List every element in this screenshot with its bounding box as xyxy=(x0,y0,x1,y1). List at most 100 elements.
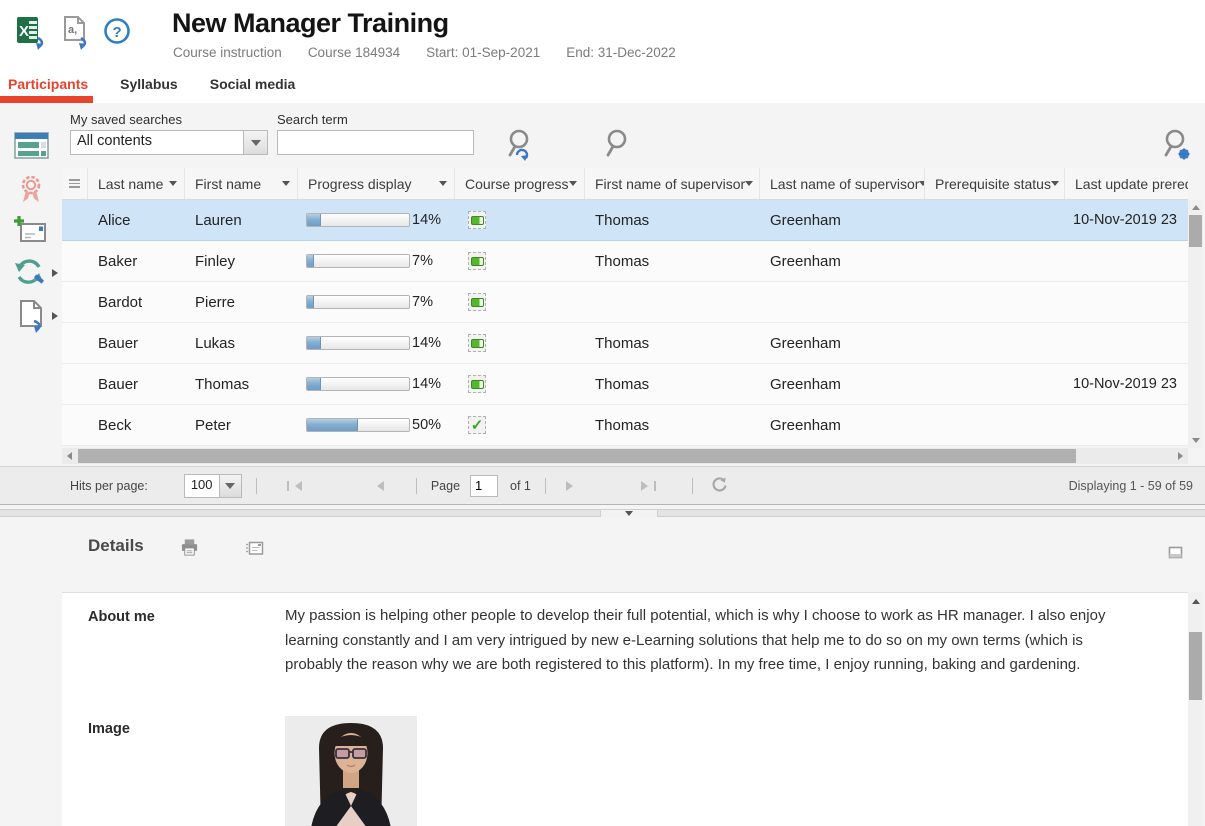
column-header-course-progress[interactable]: Course progress xyxy=(455,168,585,199)
cell-last-update xyxy=(1065,282,1188,322)
panel-splitter[interactable] xyxy=(0,509,1205,517)
next-page-button[interactable] xyxy=(562,477,582,495)
scroll-up-arrow[interactable] xyxy=(1188,594,1203,608)
column-dropdown-icon[interactable] xyxy=(1051,181,1059,190)
active-tab-indicator xyxy=(0,96,93,103)
refresh-edit-icon[interactable] xyxy=(13,257,47,292)
form-view-icon[interactable] xyxy=(246,541,264,559)
certificate-ribbon-icon[interactable] xyxy=(16,174,46,207)
displaying-count-label: Displaying 1 - 59 of 59 xyxy=(1069,479,1193,493)
cell-prerequisite-status xyxy=(925,282,1065,322)
list-panel-icon[interactable] xyxy=(14,132,50,163)
column-label: First name of supervisor xyxy=(595,176,745,192)
progress-bar xyxy=(306,418,410,432)
column-dropdown-icon[interactable] xyxy=(169,181,177,190)
column-dropdown-icon[interactable] xyxy=(439,181,447,190)
table-row[interactable]: Beck Peter 50% Thomas Greenham xyxy=(62,405,1188,446)
previous-page-button[interactable] xyxy=(368,477,388,495)
column-header-last-name[interactable]: Last name xyxy=(88,168,185,199)
search-settings-icon[interactable] xyxy=(1161,128,1191,162)
progress-bar xyxy=(306,336,410,350)
table-row[interactable]: Bardot Pierre 7% xyxy=(62,282,1188,323)
column-header-supervisor-last-name[interactable]: Last name of supervisor xyxy=(760,168,925,199)
course-progress-icon xyxy=(468,375,486,393)
progress-label: 7% xyxy=(412,253,433,269)
scroll-right-arrow[interactable] xyxy=(1174,448,1188,464)
column-dropdown-icon[interactable] xyxy=(569,181,577,190)
progress-label: 14% xyxy=(412,376,441,392)
table-header: Last name First name Progress display Co… xyxy=(62,168,1188,200)
cell-supervisor-last-name: Greenham xyxy=(760,200,925,240)
last-page-button[interactable] xyxy=(637,477,660,495)
tab-syllabus[interactable]: Syllabus xyxy=(120,76,178,92)
participants-table: Last name First name Progress display Co… xyxy=(62,168,1188,446)
first-page-button[interactable] xyxy=(283,477,306,495)
image-label: Image xyxy=(88,721,130,737)
refresh-edit-submenu-caret[interactable] xyxy=(52,269,62,277)
excel-export-icon[interactable]: X xyxy=(14,12,52,53)
text-export-icon[interactable]: a, xyxy=(60,14,94,53)
column-header-prerequisite-status[interactable]: Prerequisite status xyxy=(925,168,1065,199)
table-row[interactable]: Alice Lauren 14% Thomas Greenham 10-Nov-… xyxy=(62,200,1188,241)
column-dropdown-icon[interactable] xyxy=(282,181,290,190)
cell-last-name: Bardot xyxy=(88,282,185,322)
progress-label: 14% xyxy=(412,212,441,228)
saved-searches-select[interactable]: All contents xyxy=(70,130,268,155)
saved-searches-dropdown-button[interactable] xyxy=(243,131,267,154)
column-header-supervisor-first-name[interactable]: First name of supervisor xyxy=(585,168,760,199)
cell-last-name: Bauer xyxy=(88,364,185,404)
cell-course-progress xyxy=(455,364,585,404)
column-menu-cell[interactable] xyxy=(62,168,88,199)
column-header-progress-display[interactable]: Progress display xyxy=(298,168,455,199)
details-vertical-scrollbar[interactable] xyxy=(1188,592,1203,826)
maximize-panel-icon[interactable] xyxy=(1168,546,1183,562)
about-me-label: About me xyxy=(88,609,155,625)
search-icon[interactable] xyxy=(602,128,632,162)
column-label: Last name xyxy=(98,176,163,192)
help-icon[interactable]: ? xyxy=(103,17,131,48)
cell-course-progress xyxy=(455,200,585,240)
hits-per-page-select[interactable]: 100 xyxy=(184,474,242,498)
scroll-up-arrow[interactable] xyxy=(1188,200,1203,214)
tab-social-media[interactable]: Social media xyxy=(210,76,296,92)
column-header-last-update-prerequisite[interactable]: Last update prerequis xyxy=(1065,168,1188,199)
progress-label: 14% xyxy=(412,335,441,351)
cell-supervisor-first-name xyxy=(585,282,760,322)
scrollbar-thumb[interactable] xyxy=(1189,632,1202,700)
hits-per-page-dropdown-button[interactable] xyxy=(219,475,241,497)
table-vertical-scrollbar[interactable] xyxy=(1188,200,1203,448)
cell-supervisor-last-name: Greenham xyxy=(760,241,925,281)
search-reset-icon[interactable] xyxy=(505,128,535,162)
search-term-input[interactable] xyxy=(277,130,474,155)
scroll-down-arrow[interactable] xyxy=(1188,434,1203,448)
cell-prerequisite-status xyxy=(925,364,1065,404)
scrollbar-thumb[interactable] xyxy=(1189,215,1202,247)
cell-progress-display: 14% xyxy=(298,323,455,363)
table-row[interactable]: Bauer Thomas 14% Thomas Greenham 10-Nov-… xyxy=(62,364,1188,405)
scroll-left-arrow[interactable] xyxy=(62,448,76,464)
page-number-input[interactable] xyxy=(470,475,498,497)
about-me-text: My passion is helping other people to de… xyxy=(285,604,1107,678)
print-icon[interactable] xyxy=(180,538,199,560)
column-header-first-name[interactable]: First name xyxy=(185,168,298,199)
splitter-collapse-handle[interactable] xyxy=(600,510,658,517)
refresh-icon[interactable] xyxy=(711,476,728,496)
document-export-icon[interactable] xyxy=(16,299,48,336)
menu-icon xyxy=(69,179,80,188)
saved-searches-value: All contents xyxy=(71,131,243,154)
envelope-add-icon[interactable] xyxy=(13,215,49,248)
tab-participants[interactable]: Participants xyxy=(8,76,88,92)
svg-text:X: X xyxy=(19,23,29,40)
course-start-date: Start: 01-Sep-2021 xyxy=(426,45,540,60)
cell-supervisor-last-name xyxy=(760,282,925,322)
cell-last-name: Baker xyxy=(88,241,185,281)
course-type: Course instruction xyxy=(173,45,282,60)
document-export-submenu-caret[interactable] xyxy=(52,312,62,320)
scrollbar-thumb[interactable] xyxy=(78,449,1076,463)
column-dropdown-icon[interactable] xyxy=(745,181,753,190)
table-horizontal-scrollbar[interactable] xyxy=(62,448,1188,464)
column-label: Last update prerequis xyxy=(1075,176,1188,192)
table-row[interactable]: Baker Finley 7% Thomas Greenham xyxy=(62,241,1188,282)
details-title: Details xyxy=(88,536,144,556)
table-row[interactable]: Bauer Lukas 14% Thomas Greenham xyxy=(62,323,1188,364)
